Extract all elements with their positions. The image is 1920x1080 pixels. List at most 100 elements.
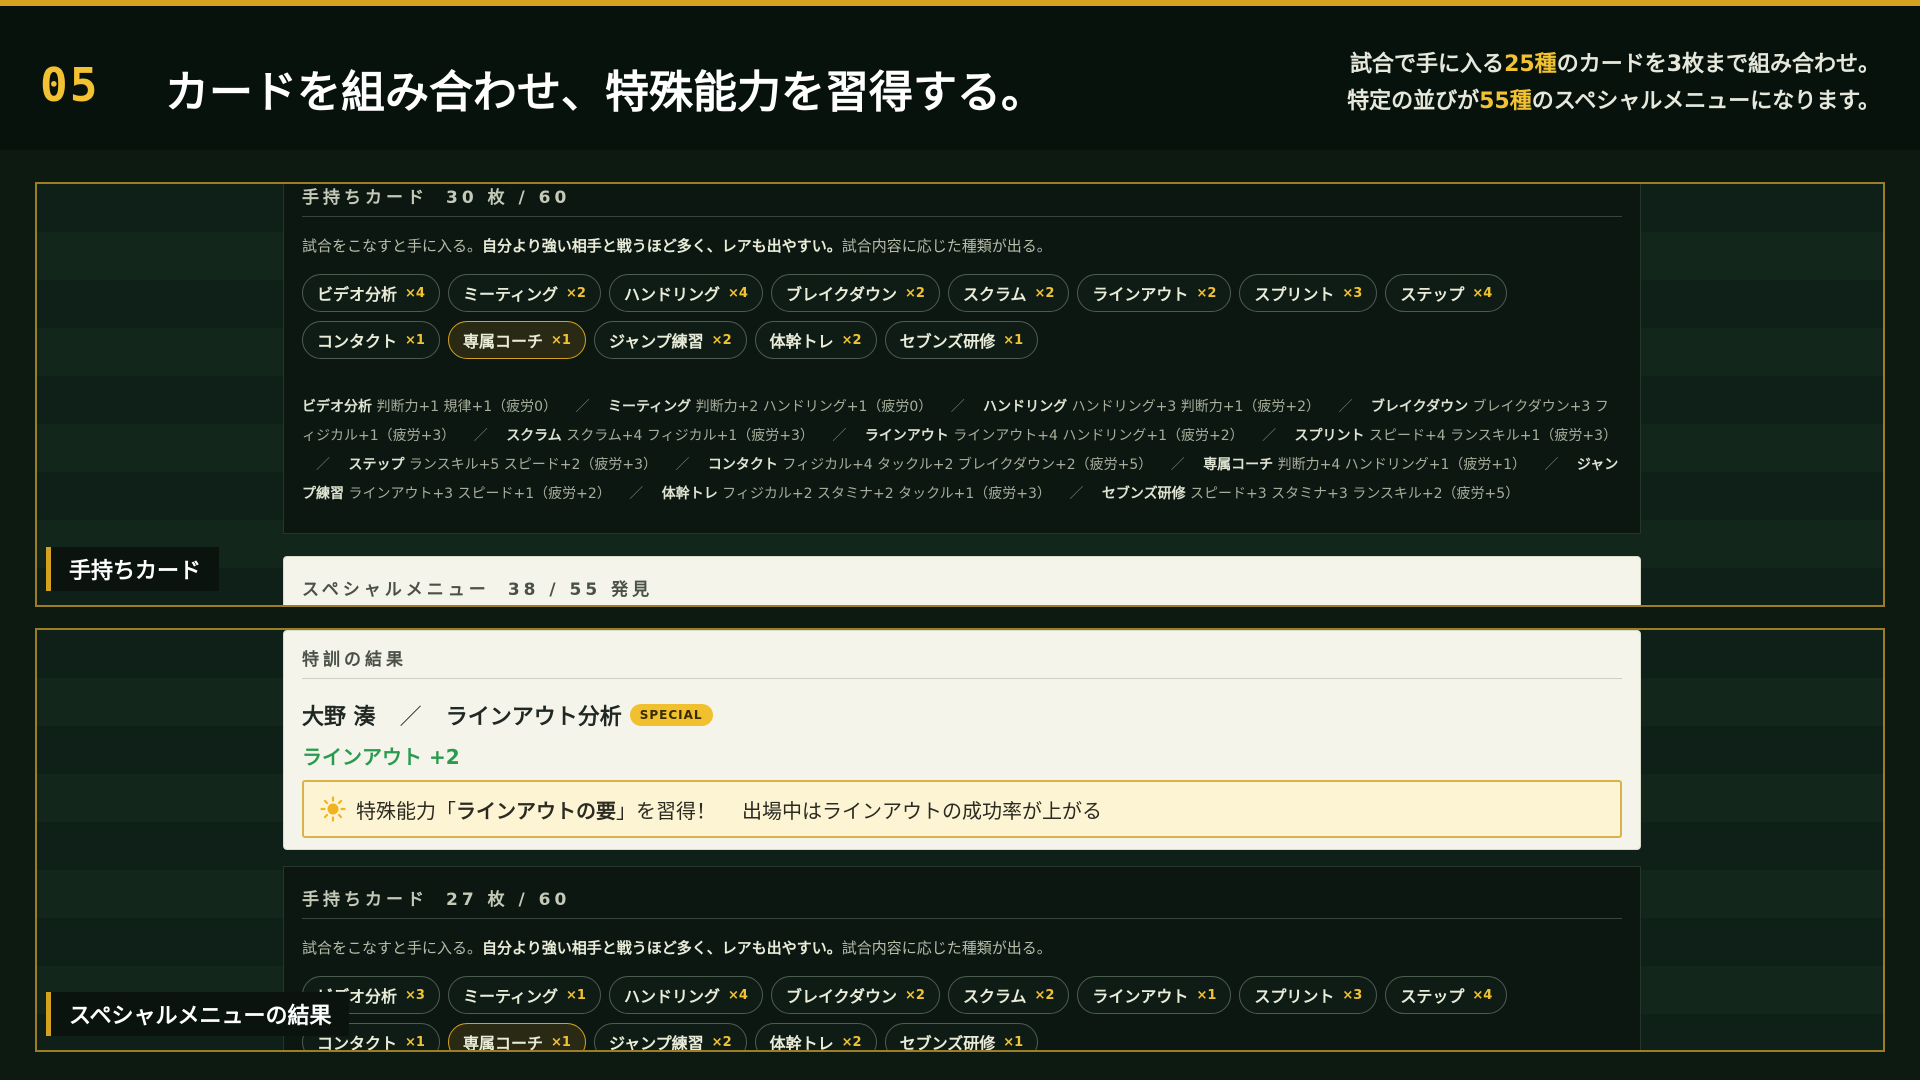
ability-acquired-banner: 特殊能力「 ラインアウトの要 」を習得！ 出場中はラインアウトの成功率が上がる [302,780,1622,838]
card-chip-count: ×3 [405,987,425,1003]
card-chip[interactable]: ジャンプ練習 ×2 [593,321,747,359]
card-chip-count: ×1 [550,1034,571,1050]
card-chip-name: ハンドリング [623,285,720,304]
special-menu-count: 38 / 55 発見 [507,580,654,600]
card-chip-name: 専属コーチ [462,1034,543,1052]
card-chip[interactable]: ミーティング ×1 [447,976,601,1014]
page-title: カードを組み合わせ、特殊能力を習得する。 [165,67,1045,118]
card-effect: セブンズ研修 スピード+3 スタミナ+3 ランスキル+2（疲労+5） [1101,486,1520,502]
card-chip-count: ×4 [727,285,748,301]
card-chip-count: ×1 [1003,332,1024,348]
card-chip-name: ジャンプ練習 [608,332,704,351]
description-line-1: 試合で手に入る25種のカードを3枚まで組み合わせ。 [1350,52,1880,77]
card-effect: ラインアウト ラインアウト+4 ハンドリング+1（疲労+2） [864,428,1244,444]
card-chip-name: ブレイクダウン [785,285,897,304]
card-chip-count: ×1 [1196,987,1217,1003]
card-chip[interactable]: ラインアウト ×1 [1077,976,1232,1014]
card-chip-name: スプリント [1254,285,1335,304]
card-chip[interactable]: スプリント ×3 [1239,274,1378,312]
section-label: 手持ちカード [46,547,220,591]
effect-separator: ／ [1262,428,1277,444]
card-effect: コンタクト フィジカル+4 タックル+2 ブレイクダウン+2（疲労+5） [707,457,1153,473]
card-chip-count: ×2 [904,285,925,301]
card-chip-count: ×3 [1342,285,1363,301]
card-chip[interactable]: ステップ ×4 [1385,976,1508,1014]
card-chip[interactable]: ラインアウト ×2 [1077,274,1232,312]
card-chip[interactable]: セブンズ研修 ×1 [884,321,1039,359]
card-chip-count: ×4 [1472,987,1493,1003]
card-chip-count: ×2 [566,285,586,301]
section-label: スペシャルメニューの結果 [46,992,350,1036]
ability-prefix: 特殊能力「 [356,798,456,823]
card-chip-count: ×1 [405,332,425,348]
special-menu-panel: スペシャルメニュー 38 / 55 発見 [283,556,1641,605]
card-chip[interactable]: セブンズ研修 ×1 [884,1023,1039,1050]
card-chip-name: ステップ [1400,285,1465,304]
card-chip[interactable]: ハンドリング ×4 [608,274,763,312]
card-chip-count: ×1 [566,987,586,1003]
card-chip[interactable]: ミーティング ×2 [447,274,601,312]
card-chip-count: ×4 [1472,285,1493,301]
card-chip[interactable]: 体幹トレ ×2 [754,321,877,359]
card-count: 27 枚 / 60 [446,890,571,910]
card-chip-count: ×2 [711,1034,732,1050]
card-chip-name: スクラム [962,987,1027,1006]
stat-gain: ラインアウト +2 [302,745,460,769]
card-chip[interactable]: 専属コーチ ×1 [447,1023,586,1052]
card-effect: ハンドリング ハンドリング+3 判断力+1（疲労+2） [983,399,1320,415]
card-chip-name: 体幹トレ [769,332,834,351]
card-effect: スクラム スクラム+4 フィジカル+1（疲労+3） [506,428,814,444]
effect-separator: ／ [675,457,690,473]
card-chip-list: ビデオ分析 ×4 ミーティング ×2 ハンドリング ×4 ブレイクダウン ×2 スクラム ×2 ライ… [302,274,1622,359]
card-chip[interactable]: コンタクト ×1 [302,321,440,359]
effect-separator: ／ [1170,457,1185,473]
result-title: 特訓の結果 [302,645,1622,679]
card-chip-count: ×2 [841,1034,862,1050]
card-effect: スプリント スピード+4 ランスキル+1（疲労+3） [1294,428,1618,444]
ability-suffix: 」を習得！ [616,798,716,823]
card-chip-count: ×2 [1034,987,1055,1003]
effect-separator: ／ [832,428,847,444]
card-chip-name: ジャンプ練習 [608,1034,704,1052]
panel-note: 試合をこなすと手に入る。自分より強い相手と戦うほど多く、レアも出やすい。試合内容… [302,939,1052,957]
card-effect: 体幹トレ フィジカル+2 スタミナ+2 タックル+1（疲労+3） [661,486,1051,502]
hand-cards-screenshot-frame: 手持ちカード 30 枚 / 60 試合をこなすと手に入る。自分より強い相手と戦うほ… [35,182,1885,607]
special-badge: SPECIAL [629,704,713,726]
card-chip-count: ×1 [550,332,571,348]
card-chip-name: スクラム [962,285,1027,304]
card-chip[interactable]: スプリント ×3 [1239,976,1378,1014]
card-effect: 専属コーチ 判断力+4 ハンドリング+1（疲労+1） [1203,457,1527,473]
card-effects-list: ビデオ分析 判断力+1 規律+1（疲労0） ／ ミーティング 判断力+2 ハンド… [302,393,1622,509]
card-chip[interactable]: 体幹トレ ×2 [754,1023,877,1050]
card-chip-count: ×1 [1003,1034,1024,1050]
card-chip[interactable]: ブレイクダウン ×2 [770,274,940,312]
card-chip[interactable]: スクラム ×2 [947,976,1070,1014]
ability-name: ラインアウトの要 [456,798,616,823]
effect-separator: ／ [629,486,644,502]
card-effect: ビデオ分析 判断力+1 規律+1（疲労0） [302,399,558,415]
card-chip-name: ミーティング [462,987,559,1006]
card-chip[interactable]: ステップ ×4 [1385,274,1508,312]
card-count: 30 枚 / 60 [446,188,571,208]
card-chip-name: ハンドリング [623,987,720,1006]
effect-separator: ／ [473,428,488,444]
card-chip-count: ×2 [904,987,925,1003]
card-chip[interactable]: ハンドリング ×4 [608,976,763,1014]
effect-separator: ／ [1544,457,1559,473]
card-chip-count: ×2 [1196,285,1217,301]
card-chip-count: ×2 [841,332,862,348]
card-chip[interactable]: 専属コーチ ×1 [447,321,586,359]
card-chip-name: ビデオ分析 [317,285,398,304]
hand-cards-panel: 手持ちカード 30 枚 / 60 試合をこなすと手に入る。自分より強い相手と戦うほ… [283,184,1641,534]
card-chip[interactable]: スクラム ×2 [947,274,1070,312]
card-chip-name: ラインアウト [1092,285,1189,304]
card-chip-name: ミーティング [462,285,559,304]
card-chip-name: ブレイクダウン [785,987,897,1006]
card-chip[interactable]: ブレイクダウン ×2 [770,976,940,1014]
player-name: 大野 湊 [302,705,376,730]
card-chip-count: ×4 [405,285,425,301]
card-chip[interactable]: ビデオ分析 ×4 [302,274,440,312]
effect-separator: ／ [316,457,330,473]
card-chip[interactable]: ジャンプ練習 ×2 [593,1023,747,1052]
result-line: 大野 湊 ／ ラインアウト分析 SPECIAL [302,699,1622,731]
